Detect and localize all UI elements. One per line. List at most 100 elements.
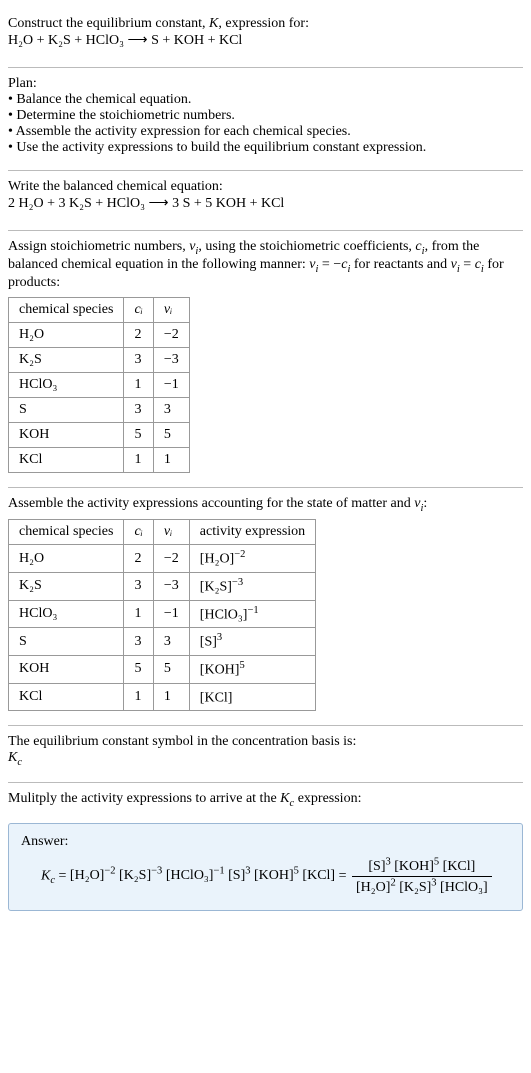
table-row: H₂O2−2[H₂O]−2 xyxy=(9,545,316,573)
td: 1 xyxy=(124,600,153,628)
td: 1 xyxy=(124,372,153,397)
term-base: [KCl] xyxy=(443,859,476,874)
act-base: [HClO₃] xyxy=(200,607,248,622)
term-base: [KCl] xyxy=(302,868,335,883)
symbol-K: K xyxy=(8,750,17,765)
plan-item: • Use the activity expressions to build … xyxy=(8,140,523,156)
term: [S]3 xyxy=(368,859,390,874)
term: [S]3 xyxy=(228,868,250,883)
assign-text: Assign stoichiometric numbers, νi, using… xyxy=(8,239,523,291)
term: [KOH]5 xyxy=(254,868,299,883)
act-base: [H₂O] xyxy=(200,552,234,567)
table-row: S33[S]3 xyxy=(9,628,316,656)
td: H₂O xyxy=(9,545,124,573)
th-text: cᵢ xyxy=(134,302,142,317)
table-row: S33 xyxy=(9,397,190,422)
term: [KOH]5 xyxy=(394,859,439,874)
td: 3 xyxy=(153,628,189,656)
term-base: [H₂O] xyxy=(70,868,104,883)
table-row: KCl11[KCl] xyxy=(9,683,316,711)
answer-label: Answer: xyxy=(21,834,510,850)
td: 1 xyxy=(124,447,153,472)
intro-text-1b: , expression for: xyxy=(218,16,309,31)
th-text: νᵢ xyxy=(164,524,172,539)
plan-item: • Assemble the activity expression for e… xyxy=(8,124,523,140)
table-row: K₂S3−3 xyxy=(9,347,190,372)
td: 3 xyxy=(124,573,153,601)
act-exp: 5 xyxy=(239,660,244,671)
table-row: KOH55 xyxy=(9,422,190,447)
table-row: K₂S3 −3[K₂S]−3 xyxy=(9,573,316,601)
td: KCl xyxy=(9,683,124,711)
table-header: activity expression xyxy=(189,520,315,545)
multiply-K: K xyxy=(280,791,289,806)
fraction-numerator: [S]3 [KOH]5 [KCl] xyxy=(352,856,492,877)
act-base: [S] xyxy=(200,635,217,650)
td: 1 xyxy=(153,683,189,711)
th-text: chemical species xyxy=(19,302,113,317)
td: 3 xyxy=(124,397,153,422)
td: −2 xyxy=(153,545,189,573)
intro-equation: H₂O + K₂S + HClO₃ ⟶ S + KOH + KCl xyxy=(8,32,523,53)
td: [K₂S]−3 xyxy=(189,573,315,601)
td: −2 xyxy=(153,322,189,347)
td: 3 xyxy=(124,347,153,372)
table-header: cᵢ xyxy=(124,520,153,545)
term: [K₂S]−3 xyxy=(119,868,162,883)
table-header: chemical species xyxy=(9,297,124,322)
plan-section: Plan: • Balance the chemical equation. •… xyxy=(8,68,523,171)
plan-item-text: Balance the chemical equation. xyxy=(16,92,191,107)
td: K₂S xyxy=(9,347,124,372)
table-header: νᵢ xyxy=(153,297,189,322)
balanced-equation: 2 H₂O + 3 K₂S + HClO₃ ⟶ 3 S + 5 KOH + KC… xyxy=(8,195,523,216)
assign-section: Assign stoichiometric numbers, νi, using… xyxy=(8,231,523,488)
plan-item-text: Determine the stoichiometric numbers. xyxy=(16,108,235,123)
assemble-t2: : xyxy=(423,496,427,511)
term-base: [KOH] xyxy=(254,868,294,883)
answer-fraction: [S]3 [KOH]5 [KCl] [H₂O]2 [K₂S]3 [HClO₃] xyxy=(352,856,492,896)
act-exp: −3 xyxy=(232,577,243,588)
answer-eq2: = xyxy=(339,868,350,883)
table-header: νᵢ xyxy=(153,520,189,545)
td: [S]3 xyxy=(189,628,315,656)
assemble-text: Assemble the activity expressions accoun… xyxy=(8,496,523,514)
term-base: [K₂S] xyxy=(119,868,151,883)
activity-table: chemical species cᵢ νᵢ activity expressi… xyxy=(8,519,316,711)
td: [KOH]5 xyxy=(189,656,315,684)
answer-lhs: [H₂O]−2 [K₂S]−3 [HClO₃]−1 [S]3 [KOH]5 [K… xyxy=(70,868,339,883)
td: S xyxy=(9,628,124,656)
term: [KCl] xyxy=(443,859,476,874)
assemble-section: Assemble the activity expressions accoun… xyxy=(8,488,523,727)
td: 3 xyxy=(124,628,153,656)
term: [K₂S]3 xyxy=(399,880,436,895)
answer-eq: = xyxy=(55,868,70,883)
term-base: [S] xyxy=(228,868,245,883)
td: KCl xyxy=(9,447,124,472)
assign-rel2b: = xyxy=(460,257,475,272)
term-base: [H₂O] xyxy=(356,880,390,895)
intro-line: Construct the equilibrium constant, K, e… xyxy=(8,16,523,32)
td: 2 xyxy=(124,322,153,347)
plan-item-text: Use the activity expressions to build th… xyxy=(16,140,426,155)
stoich-table: chemical species cᵢ νᵢ H₂O2−2 K₂S3−3 HCl… xyxy=(8,297,190,473)
term: [HClO₃] xyxy=(440,880,488,895)
symbol-expr: Kc xyxy=(8,750,523,768)
td: S xyxy=(9,397,124,422)
term-exp: −1 xyxy=(213,866,224,877)
table-row: HClO₃1−1[HClO₃]−1 xyxy=(9,600,316,628)
td: −1 xyxy=(153,600,189,628)
assign-rel1b: = − xyxy=(318,257,341,272)
td: 1 xyxy=(153,447,189,472)
td: 5 xyxy=(124,656,153,684)
term-base: [HClO₃] xyxy=(440,880,488,895)
plan-item-text: Assemble the activity expression for eac… xyxy=(16,124,351,139)
td: −3 xyxy=(153,347,189,372)
th-text: cᵢ xyxy=(134,524,142,539)
term: [H₂O]2 xyxy=(356,880,396,895)
term-base: [KOH] xyxy=(394,859,434,874)
td: K₂S xyxy=(9,573,124,601)
table-header-row: chemical species cᵢ νᵢ xyxy=(9,297,190,322)
term-base: [K₂S] xyxy=(399,880,431,895)
term-exp: −3 xyxy=(151,866,162,877)
assemble-t1: Assemble the activity expressions accoun… xyxy=(8,496,414,511)
